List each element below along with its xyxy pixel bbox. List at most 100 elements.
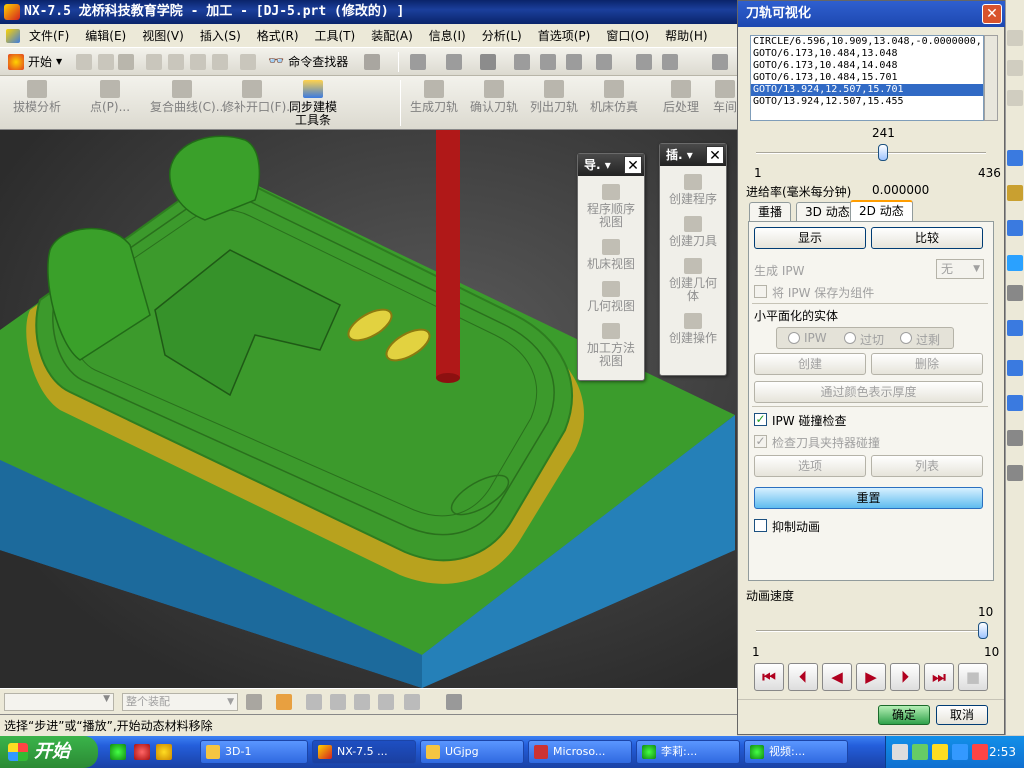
filter-icon[interactable] bbox=[246, 694, 262, 710]
command-finder-button[interactable]: 👓 命令查找器 bbox=[268, 53, 348, 70]
generate-toolpath-button[interactable]: 生成刀轨 bbox=[406, 80, 462, 114]
tray-5-icon[interactable] bbox=[972, 744, 988, 760]
extra-tool-icon[interactable] bbox=[712, 54, 728, 70]
play-button[interactable]: ▶ bbox=[856, 663, 886, 691]
selection-scope-select[interactable]: 整个装配 ▼ bbox=[122, 693, 238, 711]
snap-icon[interactable] bbox=[662, 54, 678, 70]
step-back-button[interactable]: ⏴ bbox=[788, 663, 818, 691]
view-cube-icon[interactable] bbox=[446, 694, 462, 710]
view-icon[interactable] bbox=[410, 54, 426, 70]
patch-opening-button[interactable]: 修补开口(F)... bbox=[222, 80, 298, 114]
process-studio-icon[interactable] bbox=[1007, 360, 1023, 376]
radio-overcut[interactable] bbox=[844, 332, 856, 344]
play-reverse-button[interactable]: ◀ bbox=[822, 663, 852, 691]
speed-slider-track[interactable] bbox=[756, 630, 986, 632]
internet-icon[interactable] bbox=[1007, 255, 1023, 271]
create-geometry-item[interactable]: 创建几何体 bbox=[664, 258, 722, 303]
assembly-nav-icon[interactable] bbox=[1007, 150, 1023, 166]
tray-3-icon[interactable] bbox=[932, 744, 948, 760]
verify-toolpath-button[interactable]: 确认刀轨 bbox=[466, 80, 522, 114]
holder-collision-checkbox[interactable]: ✓ bbox=[754, 435, 767, 448]
menu-insert[interactable]: 插入(S) bbox=[193, 25, 248, 46]
toolpath-code-line[interactable]: GOTO/6.173,10.484,15.701 bbox=[751, 72, 983, 84]
resource-tab-3-icon[interactable] bbox=[1007, 90, 1023, 106]
radio-ipw[interactable] bbox=[788, 332, 800, 344]
toolpath-code-line[interactable]: GOTO/6.173,10.484,13.048 bbox=[751, 48, 983, 60]
menu-help[interactable]: 帮助(H) bbox=[658, 25, 714, 46]
snap-mid-icon[interactable] bbox=[330, 694, 346, 710]
close-icon[interactable]: ✕ bbox=[706, 146, 724, 164]
task-3d-1[interactable]: 3D-1 bbox=[200, 740, 308, 764]
insert-palette-header[interactable]: 插. ▾ ✕ bbox=[660, 144, 726, 166]
close-icon[interactable]: ✕ bbox=[624, 156, 642, 174]
toolpath-code-line[interactable]: GOTO/13.924,12.507,15.455 bbox=[751, 96, 983, 108]
reset-button[interactable]: 重置 bbox=[754, 487, 983, 509]
menu-information[interactable]: 信息(I) bbox=[422, 25, 473, 46]
history-icon[interactable] bbox=[1007, 285, 1023, 301]
open-icon[interactable] bbox=[98, 54, 114, 70]
menu-format[interactable]: 格式(R) bbox=[250, 25, 306, 46]
create-tool-item[interactable]: 创建刀具 bbox=[664, 216, 722, 248]
snap-end-icon[interactable] bbox=[306, 694, 322, 710]
navigator-palette-header[interactable]: 导. ▾ ✕ bbox=[578, 154, 644, 176]
quicklaunch-3-icon[interactable] bbox=[156, 744, 172, 760]
tray-1-icon[interactable] bbox=[892, 744, 908, 760]
list-toolpath-button[interactable]: 列出刀轨 bbox=[526, 80, 582, 114]
ok-button[interactable]: 确定 bbox=[878, 705, 930, 725]
sync-modeling-button[interactable]: 同步建模工具条 bbox=[288, 80, 338, 127]
undo-icon[interactable] bbox=[240, 54, 256, 70]
snap-center-icon[interactable] bbox=[354, 694, 370, 710]
wireframe-icon[interactable] bbox=[540, 54, 556, 70]
menu-tools[interactable]: 工具(T) bbox=[308, 25, 363, 46]
system-materials-icon[interactable] bbox=[1007, 320, 1023, 336]
paste-icon[interactable] bbox=[190, 54, 206, 70]
save-ipw-checkbox[interactable] bbox=[754, 285, 767, 298]
geometry-view-item[interactable]: 几何视图 bbox=[582, 281, 640, 313]
task-microsoft[interactable]: Microso... bbox=[528, 740, 632, 764]
delete-button[interactable]: 删除 bbox=[871, 353, 983, 375]
palette-icon[interactable] bbox=[1007, 465, 1023, 481]
step-forward-button[interactable]: ⏵ bbox=[890, 663, 920, 691]
menu-edit[interactable]: 编辑(E) bbox=[78, 25, 133, 46]
roles-icon[interactable] bbox=[1007, 395, 1023, 411]
selection-filter-icon[interactable] bbox=[364, 54, 380, 70]
resource-tab-2-icon[interactable] bbox=[1007, 60, 1023, 76]
draft-analysis-button[interactable]: 拔模分析 bbox=[8, 80, 66, 114]
doc-menu-icon[interactable] bbox=[6, 28, 20, 43]
menu-preferences[interactable]: 首选项(P) bbox=[531, 25, 598, 46]
display-button[interactable]: 显示 bbox=[754, 227, 866, 249]
tray-2-icon[interactable] bbox=[912, 744, 928, 760]
compare-button[interactable]: 比较 bbox=[871, 227, 983, 249]
task-chat-lili[interactable]: 李莉:... bbox=[636, 740, 740, 764]
snap-point-icon[interactable] bbox=[276, 694, 292, 710]
composite-curve-button[interactable]: 复合曲线(C)... bbox=[150, 80, 227, 114]
go-to-end-button[interactable]: ⏭ bbox=[924, 663, 954, 691]
tray-4-icon[interactable] bbox=[952, 744, 968, 760]
menu-file[interactable]: 文件(F) bbox=[22, 25, 76, 46]
task-video[interactable]: 视频:... bbox=[744, 740, 848, 764]
start-menu-button[interactable]: 开始 ▼ bbox=[8, 53, 62, 70]
stop-button[interactable]: ■ bbox=[958, 663, 988, 691]
color-thickness-button[interactable]: 通过颜色表示厚度 bbox=[754, 381, 983, 403]
reuse-library-icon[interactable] bbox=[1007, 220, 1023, 236]
delete-icon[interactable] bbox=[212, 54, 228, 70]
menu-analysis[interactable]: 分析(L) bbox=[475, 25, 529, 46]
task-ugjpg[interactable]: UGjpg bbox=[420, 740, 524, 764]
speed-slider-thumb[interactable] bbox=[978, 622, 988, 639]
machine-tool-view-item[interactable]: 机床视图 bbox=[582, 239, 640, 271]
toolpath-code-line[interactable]: GOTO/13.924,12.507,15.701 bbox=[751, 84, 983, 96]
toolpath-code-line[interactable]: GOTO/6.173,10.484,14.048 bbox=[751, 60, 983, 72]
copy-icon[interactable] bbox=[168, 54, 184, 70]
rect-select-icon[interactable] bbox=[404, 694, 420, 710]
cancel-button[interactable]: 取消 bbox=[936, 705, 988, 725]
suppress-animation-checkbox[interactable] bbox=[754, 519, 767, 532]
toolpath-code-line[interactable]: CIRCLE/6.596,10.909,13.048,-0.0000000, bbox=[751, 36, 983, 48]
machining-method-view-item[interactable]: 加工方法视图 bbox=[582, 323, 640, 368]
toolpath-code-list[interactable]: CIRCLE/6.596,10.909,13.048,-0.0000000, GO… bbox=[750, 35, 984, 121]
start-button[interactable]: 开始 bbox=[0, 736, 98, 768]
menu-window[interactable]: 窗口(O) bbox=[599, 25, 656, 46]
render-style-icon[interactable] bbox=[480, 54, 496, 70]
postprocess-button[interactable]: 后处理 bbox=[656, 80, 706, 114]
quicklaunch-2-icon[interactable] bbox=[134, 744, 150, 760]
shaded-icon[interactable] bbox=[514, 54, 530, 70]
